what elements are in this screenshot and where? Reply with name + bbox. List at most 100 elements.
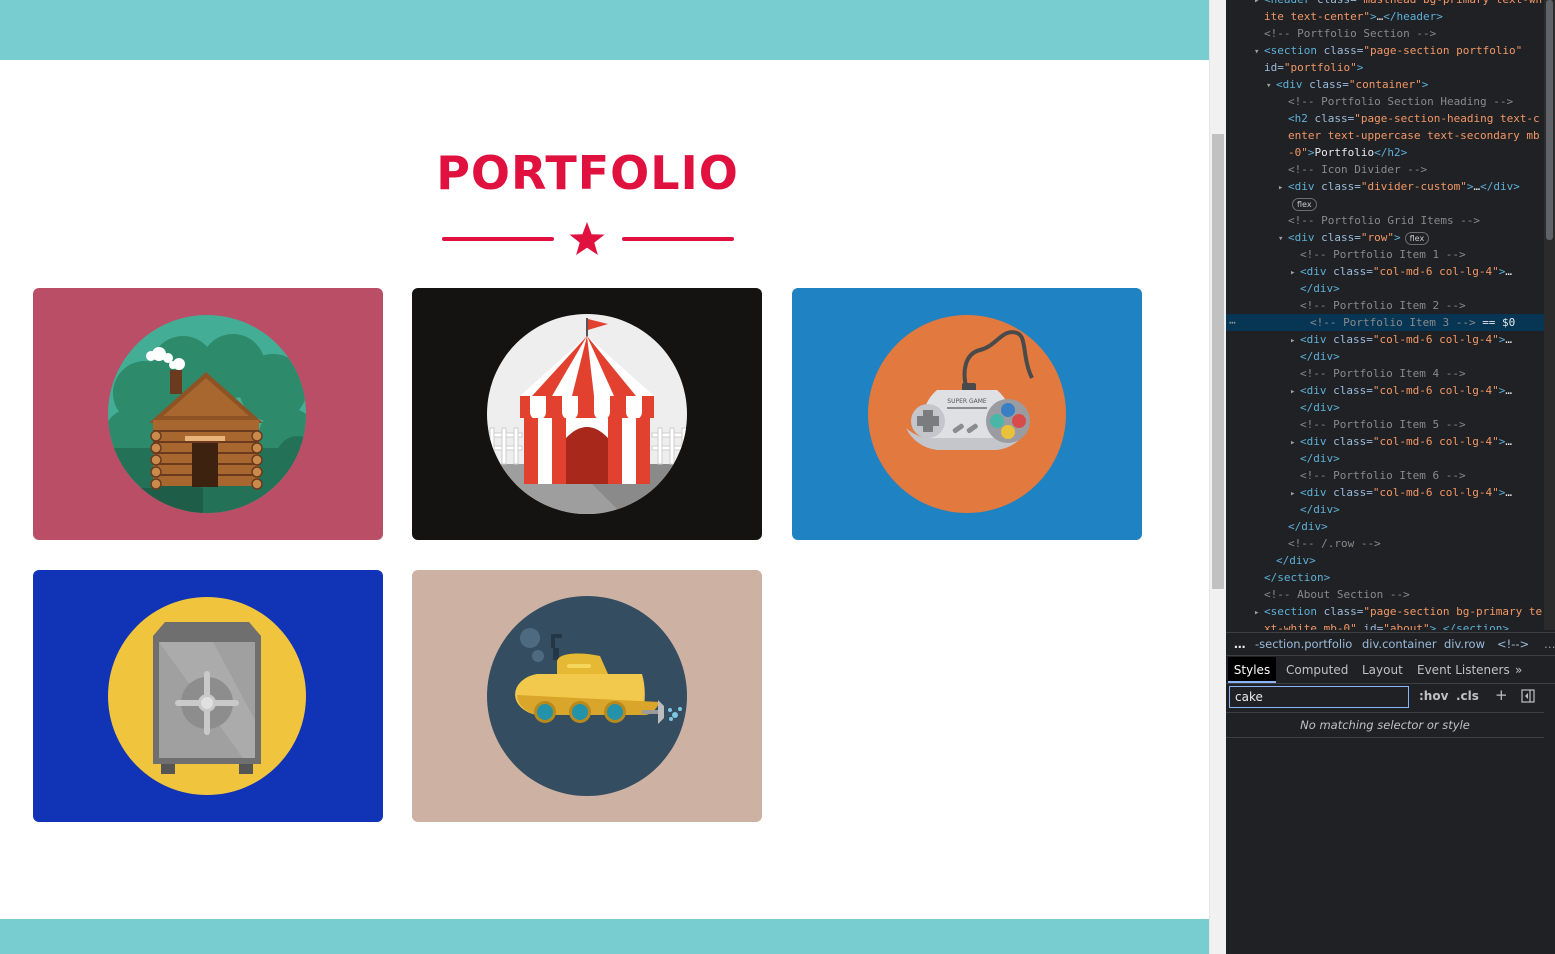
tab-event-listeners[interactable]: Event Listeners: [1417, 657, 1510, 683]
tabs-overflow-chevron-icon[interactable]: »: [1515, 657, 1522, 683]
new-style-rule-button[interactable]: +: [1495, 686, 1508, 704]
dom-token: …: [1505, 384, 1512, 397]
dom-token: id=: [1264, 61, 1284, 74]
breadcrumb-section[interactable]: -section.portfolio: [1255, 633, 1352, 655]
dom-line[interactable]: -0">Portfolio</h2>: [1278, 144, 1407, 161]
dom-token: <h2: [1288, 112, 1315, 125]
selected-node-dots-icon[interactable]: ⋯: [1229, 316, 1236, 329]
dom-line[interactable]: ▸ <div class="col-md-6 col-lg-4">…: [1290, 263, 1512, 280]
dom-token: "divider-custom": [1360, 180, 1467, 193]
breadcrumb-row[interactable]: div.row: [1444, 633, 1485, 655]
portfolio-item-safe[interactable]: [33, 570, 383, 822]
breadcrumb-overflow[interactable]: …: [1544, 633, 1555, 655]
dom-line[interactable]: ▸ <div class="col-md-6 col-lg-4">…: [1290, 382, 1512, 399]
portfolio-heading: Portfolio: [436, 146, 739, 200]
dom-line[interactable]: flex: [1278, 195, 1317, 212]
dom-line[interactable]: <!-- Portfolio Item 1 -->: [1290, 246, 1466, 263]
dom-token: …: [1505, 435, 1512, 448]
tab-styles[interactable]: Styles: [1228, 657, 1276, 683]
dom-line[interactable]: ▸ <div class="col-md-6 col-lg-4">…: [1290, 331, 1512, 348]
dom-token: class=: [1323, 605, 1364, 618]
dom-line[interactable]: ▸ <div class="divider-custom">…</div>: [1278, 178, 1520, 195]
dom-line[interactable]: enter text-uppercase text-secondary mb: [1278, 127, 1540, 144]
dom-line[interactable]: id="portfolio">: [1254, 59, 1363, 76]
toggle-sidebar-icon[interactable]: [1521, 689, 1535, 703]
styles-filter-row: :hov .cls +: [1226, 684, 1555, 712]
dom-line[interactable]: </div>: [1290, 399, 1340, 416]
dom-line[interactable]: </div>: [1266, 552, 1316, 569]
dom-line[interactable]: ▾ <div class="row"> flex: [1278, 229, 1430, 248]
dom-line[interactable]: xt-white mb-0" id="about">…</section>: [1254, 620, 1509, 630]
dom-token: class=: [1333, 486, 1373, 499]
dom-line[interactable]: ▸ <div class="col-md-6 col-lg-4">…: [1290, 433, 1512, 450]
dom-line[interactable]: ▸<header class="masthead bg-primary text…: [1254, 0, 1542, 8]
dom-line[interactable]: <!-- /.row -->: [1278, 535, 1381, 552]
dom-token: "row": [1360, 231, 1394, 244]
breadcrumb-container[interactable]: div.container: [1362, 633, 1437, 655]
styles-filter-input[interactable]: [1229, 686, 1409, 708]
dom-line[interactable]: </div>: [1290, 280, 1340, 297]
dom-line[interactable]: ▾ <div class="container">: [1266, 76, 1428, 93]
hover-state-button[interactable]: :hov: [1419, 689, 1448, 703]
circus-tent-icon: [487, 314, 687, 514]
page-scrollbar-thumb[interactable]: [1212, 134, 1224, 589]
portfolio-item-circus-tent[interactable]: [412, 288, 762, 540]
dom-token: "col-md-6 col-lg-4": [1372, 265, 1499, 278]
class-toggle-button[interactable]: .cls: [1456, 689, 1479, 703]
dom-line-selected[interactable]: <!-- Portfolio Item 3 --> == $0: [1226, 314, 1544, 331]
dom-line[interactable]: ▸ <section class="page-section bg-primary…: [1254, 603, 1542, 620]
styles-tabbar: Styles Computed Layout Event Listeners »: [1226, 657, 1555, 684]
portfolio-item-submarine[interactable]: [412, 570, 762, 822]
dom-line[interactable]: </div>: [1290, 501, 1340, 518]
dom-line[interactable]: <!-- Portfolio Grid Items -->: [1278, 212, 1480, 229]
divider-line-right: [622, 237, 734, 241]
no-matching-style-message: No matching selector or style: [1226, 712, 1544, 738]
flex-badge[interactable]: flex: [1292, 197, 1317, 211]
dom-line[interactable]: <!-- Portfolio Item 5 -->: [1290, 416, 1466, 433]
dom-line[interactable]: ▸ <div class="col-md-6 col-lg-4">…: [1290, 484, 1512, 501]
dom-line[interactable]: <!-- Portfolio Section -->: [1254, 25, 1436, 42]
footer-band: [0, 919, 1209, 954]
portfolio-item-cabin[interactable]: [33, 288, 383, 540]
portfolio-item-game-controller[interactable]: SUPER GAME: [792, 288, 1142, 540]
dom-line[interactable]: </div>: [1290, 450, 1340, 467]
breadcrumb-more[interactable]: …: [1234, 633, 1246, 655]
dom-token: >: [1369, 10, 1377, 23]
dom-token: </div>: [1480, 180, 1520, 193]
cabin-icon: [108, 315, 306, 513]
dom-line[interactable]: </div>: [1290, 348, 1340, 365]
expand-triangle-open-icon[interactable]: ▾: [1266, 78, 1276, 95]
dom-token: Portfolio: [1314, 146, 1375, 159]
dom-line[interactable]: <!-- Icon Divider -->: [1278, 161, 1427, 178]
dom-tree-scrollbar-thumb[interactable]: [1546, 0, 1553, 240]
elements-dom-tree[interactable]: ▸<header class="masthead bg-primary text…: [1226, 0, 1544, 630]
dom-token: <!-- /.row -->: [1288, 537, 1381, 550]
tab-layout[interactable]: Layout: [1362, 657, 1403, 683]
dom-line[interactable]: <!-- Portfolio Section Heading -->: [1278, 93, 1513, 110]
dom-line[interactable]: ▾ <section class="page-section portfolio": [1254, 42, 1522, 59]
star-icon: [569, 222, 605, 255]
tab-computed[interactable]: Computed: [1286, 657, 1348, 683]
dom-token: </div>: [1300, 282, 1340, 295]
dom-token: <!-- Portfolio Grid Items -->: [1288, 214, 1481, 227]
dom-token: class=: [1333, 435, 1373, 448]
dom-token: <div: [1300, 435, 1334, 448]
dom-token: "col-md-6 col-lg-4": [1372, 333, 1499, 346]
dom-line[interactable]: </section>: [1254, 569, 1330, 586]
dom-line[interactable]: ite text-center">…</header>: [1254, 8, 1443, 25]
dom-token: …: [1505, 333, 1512, 346]
dom-token: >: [1421, 78, 1429, 91]
dom-line[interactable]: <!-- Portfolio Item 4 -->: [1290, 365, 1466, 382]
breadcrumb-comment[interactable]: <!-->: [1497, 633, 1529, 655]
flex-badge[interactable]: flex: [1404, 231, 1430, 245]
dom-line[interactable]: </div>: [1278, 518, 1328, 535]
dom-line[interactable]: <!-- Portfolio Item 2 -->: [1290, 297, 1466, 314]
dom-line[interactable]: <h2 class="page-section-heading text-c: [1278, 110, 1540, 127]
dom-token: </h2>: [1374, 146, 1408, 159]
dom-line[interactable]: <!-- About Section -->: [1254, 586, 1410, 603]
game-controller-icon: SUPER GAME: [868, 315, 1066, 513]
dom-line[interactable]: <!-- Portfolio Item 6 -->: [1290, 467, 1466, 484]
expand-triangle-open-icon[interactable]: ▾: [1278, 231, 1288, 248]
dom-token: </div>: [1300, 401, 1340, 414]
dom-token: <div: [1276, 78, 1310, 91]
